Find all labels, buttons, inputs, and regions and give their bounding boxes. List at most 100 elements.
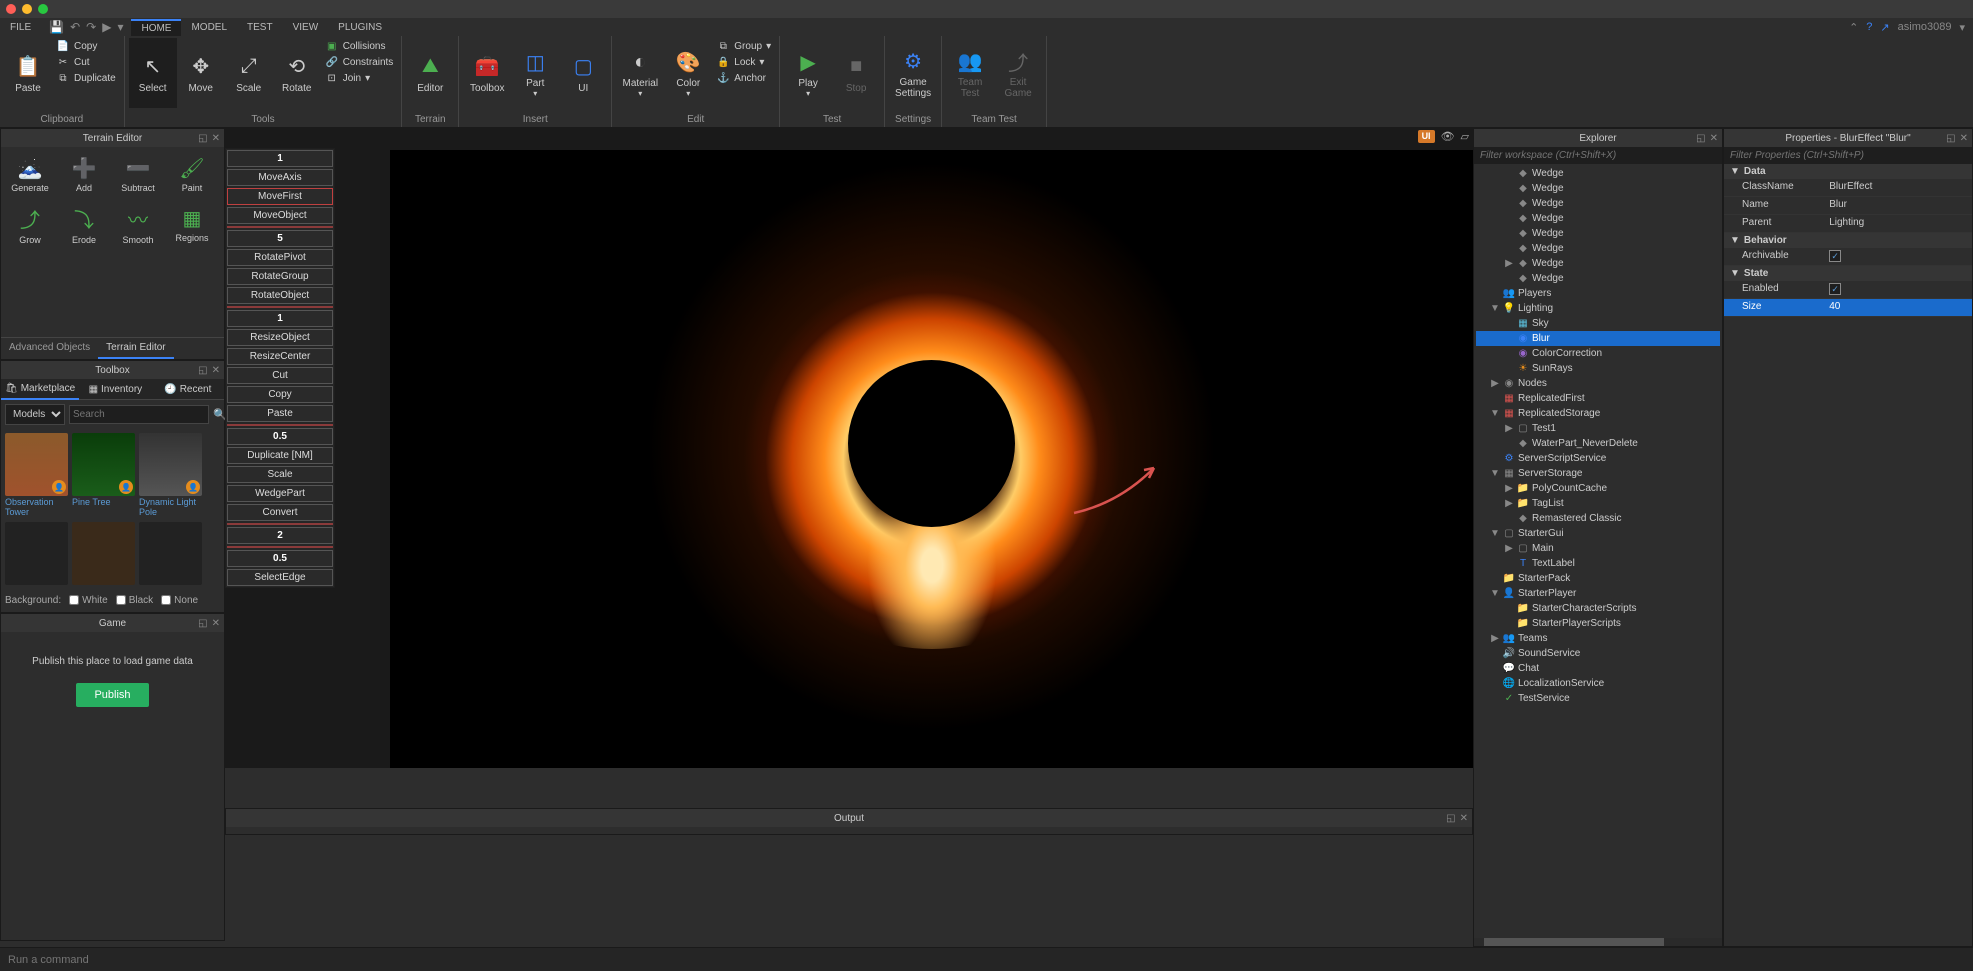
plugin-rotateobject[interactable]: RotateObject — [227, 287, 333, 304]
explorer-item-textlabel[interactable]: TTextLabel — [1476, 556, 1720, 571]
explorer-item-replicatedfirst[interactable]: ▦ReplicatedFirst — [1476, 391, 1720, 406]
join-toggle[interactable]: ⊡Join ▾ — [321, 70, 398, 86]
maximize-window-button[interactable] — [38, 4, 48, 14]
prop-archivable[interactable]: Archivable✓ — [1724, 248, 1972, 266]
toolbox-button[interactable]: 🧰Toolbox — [463, 38, 511, 108]
prop-size[interactable]: Size40 — [1724, 299, 1972, 317]
explorer-item-serverstorage[interactable]: ▼▦ServerStorage — [1476, 466, 1720, 481]
tab-recent[interactable]: 🕘Recent — [152, 379, 224, 400]
tab-plugins[interactable]: PLUGINS — [328, 20, 392, 35]
tab-marketplace[interactable]: 🛍Marketplace — [1, 379, 79, 400]
explorer-item-wedge[interactable]: ◆Wedge — [1476, 271, 1720, 286]
select-tool-button[interactable]: ↖Select — [129, 38, 177, 108]
collisions-toggle[interactable]: ▣Collisions — [321, 38, 398, 54]
tab-home[interactable]: HOME — [131, 19, 181, 36]
prop-parent[interactable]: ParentLighting — [1724, 215, 1972, 233]
scale-tool-button[interactable]: ⤢Scale — [225, 38, 273, 108]
explorer-item-players[interactable]: 👥Players — [1476, 286, 1720, 301]
prop-enabled[interactable]: Enabled✓ — [1724, 281, 1972, 299]
visibility-icon[interactable]: 👁 — [1441, 130, 1455, 143]
tab-test[interactable]: TEST — [237, 20, 283, 35]
category-select[interactable]: Models — [5, 404, 65, 425]
close-icon[interactable]: ✕ — [1710, 133, 1718, 144]
plugin-rotategroup[interactable]: RotateGroup — [227, 268, 333, 285]
play-button[interactable]: ▶Play▾ — [784, 38, 832, 108]
viewport[interactable]: UI 👁 ▱ 1MoveAxisMoveFirstMoveObject5Rota… — [225, 128, 1473, 768]
explorer-item-wedge[interactable]: ◆Wedge — [1476, 241, 1720, 256]
explorer-filter-input[interactable] — [1474, 147, 1722, 164]
plugin-0-5[interactable]: 0.5 — [227, 428, 333, 445]
plugin-moveobject[interactable]: MoveObject — [227, 207, 333, 224]
terrain-editor-button[interactable]: ⛰Editor — [406, 38, 454, 108]
plugin-cut[interactable]: Cut — [227, 367, 333, 384]
group-button[interactable]: ⧉Group ▾ — [712, 38, 775, 54]
rotate-tool-button[interactable]: ⟲Rotate — [273, 38, 321, 108]
plugin-duplicate-nm-[interactable]: Duplicate [NM] — [227, 447, 333, 464]
explorer-item-wedge[interactable]: ◆Wedge — [1476, 196, 1720, 211]
qat-play-icon[interactable]: ▶ — [102, 20, 111, 34]
material-button[interactable]: ◐Material▾ — [616, 38, 664, 108]
plugin-movefirst[interactable]: MoveFirst — [227, 188, 333, 205]
constraints-toggle[interactable]: 🔗Constraints — [321, 54, 398, 70]
terrain-regions-button[interactable]: ▦Regions — [167, 201, 217, 247]
terrain-erode-button[interactable]: ⤵Erode — [59, 201, 109, 247]
plugin-resizecenter[interactable]: ResizeCenter — [227, 348, 333, 365]
explorer-item-soundservice[interactable]: 🔊SoundService — [1476, 646, 1720, 661]
asset-item[interactable]: 👤Dynamic Light Pole — [139, 433, 202, 518]
terrain-subtract-button[interactable]: ➖Subtract — [113, 151, 163, 197]
terrain-grow-button[interactable]: ⤴Grow — [5, 201, 55, 247]
explorer-item-starterpack[interactable]: 📁StarterPack — [1476, 571, 1720, 586]
undock-icon[interactable]: ◱ — [1696, 133, 1705, 144]
explorer-item-wedge[interactable]: ◆Wedge — [1476, 226, 1720, 241]
asset-item[interactable] — [5, 522, 68, 587]
explorer-hscrollbar[interactable] — [1474, 938, 1722, 946]
close-icon[interactable]: ✕ — [1460, 813, 1468, 824]
plugin-2[interactable]: 2 — [227, 527, 333, 544]
explorer-item-colorcorrection[interactable]: ◉ColorCorrection — [1476, 346, 1720, 361]
undock-icon[interactable]: ◱ — [198, 618, 207, 629]
plugin-rotatepivot[interactable]: RotatePivot — [227, 249, 333, 266]
explorer-item-replicatedstorage[interactable]: ▼▦ReplicatedStorage — [1476, 406, 1720, 421]
plugin-resizeobject[interactable]: ResizeObject — [227, 329, 333, 346]
terrain-smooth-button[interactable]: 〰Smooth — [113, 201, 163, 247]
explorer-item-lighting[interactable]: ▼💡Lighting — [1476, 301, 1720, 316]
explorer-item-blur[interactable]: ◉Blur — [1476, 331, 1720, 346]
tab-terrain-editor[interactable]: Terrain Editor — [98, 338, 173, 359]
explorer-item-wedge[interactable]: ◆Wedge — [1476, 181, 1720, 196]
explorer-item-waterpart-neverdelete[interactable]: ◆WaterPart_NeverDelete — [1476, 436, 1720, 451]
plugin-0-5[interactable]: 0.5 — [227, 550, 333, 567]
minimize-window-button[interactable] — [22, 4, 32, 14]
explorer-item-chat[interactable]: 💬Chat — [1476, 661, 1720, 676]
ui-button[interactable]: ▢UI — [559, 38, 607, 108]
explorer-item-remastered-classic[interactable]: ◆Remastered Classic — [1476, 511, 1720, 526]
device-icon[interactable]: ▱ — [1461, 130, 1469, 143]
close-icon[interactable]: ✕ — [212, 133, 220, 144]
tab-model[interactable]: MODEL — [181, 20, 237, 35]
properties-filter-input[interactable] — [1724, 147, 1972, 164]
explorer-item-startergui[interactable]: ▼▢StarterGui — [1476, 526, 1720, 541]
close-icon[interactable]: ✕ — [212, 365, 220, 376]
prop-section-behavior[interactable]: ▼Behavior — [1724, 233, 1972, 248]
tab-view[interactable]: VIEW — [283, 20, 329, 35]
command-input[interactable] — [0, 948, 1973, 971]
plugin-1[interactable]: 1 — [227, 150, 333, 167]
undock-icon[interactable]: ◱ — [198, 133, 207, 144]
color-button[interactable]: 🎨Color▾ — [664, 38, 712, 108]
prop-classname[interactable]: ClassNameBlurEffect — [1724, 179, 1972, 197]
stop-button[interactable]: ■Stop — [832, 38, 880, 108]
explorer-item-localizationservice[interactable]: 🌐LocalizationService — [1476, 676, 1720, 691]
copy-button[interactable]: 📄Copy — [52, 38, 120, 54]
help-icon[interactable]: ? — [1866, 21, 1872, 33]
explorer-item-starterplayerscripts[interactable]: 📁StarterPlayerScripts — [1476, 616, 1720, 631]
explorer-item-test1[interactable]: ▶▢Test1 — [1476, 421, 1720, 436]
explorer-item-wedge[interactable]: ◆Wedge — [1476, 166, 1720, 181]
qat-save-icon[interactable]: 💾 — [49, 20, 64, 34]
terrain-add-button[interactable]: ➕Add — [59, 151, 109, 197]
explorer-item-taglist[interactable]: ▶📁TagList — [1476, 496, 1720, 511]
qat-redo-icon[interactable]: ↷ — [86, 20, 96, 34]
paste-button[interactable]: 📋Paste — [4, 38, 52, 108]
plugin-wedgepart[interactable]: WedgePart — [227, 485, 333, 502]
explorer-item-polycountcache[interactable]: ▶📁PolyCountCache — [1476, 481, 1720, 496]
exit-game-button[interactable]: ⤴Exit Game — [994, 38, 1042, 108]
file-menu[interactable]: FILE — [0, 20, 41, 35]
